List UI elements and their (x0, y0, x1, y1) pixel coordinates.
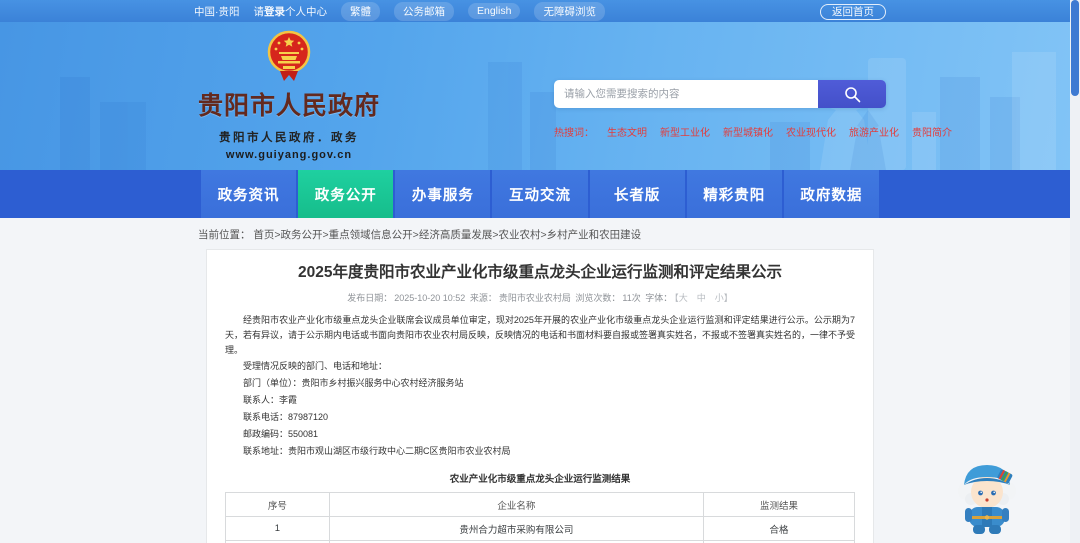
postal-code: 邮政编码：550081 (243, 429, 319, 439)
font-size-label: 字体： (645, 293, 673, 303)
views-value: 11次 (622, 293, 641, 303)
cell-index: 1 (225, 516, 330, 541)
table-row: 1 贵州合力超市采购有限公司 合格 (225, 516, 855, 541)
article-paragraph: 经贵阳市农业产业化市级重点龙头企业联席会议成员单位审定，现对2025年开展的农业… (225, 315, 856, 355)
header-banner: 贵阳市人民政府 贵阳市人民政府．政务 www.guiyang.gov.cn 热搜… (0, 22, 1080, 170)
contact-phone: 联系电话：87987120 (243, 412, 329, 422)
table-header-row: 序号 企业名称 监测结果 (225, 492, 855, 517)
nav-item-news[interactable]: 政务资讯 (201, 170, 297, 218)
back-home-button[interactable]: 返回首页 (820, 4, 886, 20)
table-caption: 农业产业化市级重点龙头企业运行监测结果 (449, 474, 631, 485)
article-body: 经贵阳市农业产业化市级重点龙头企业联席会议成员单位审定，现对2025年开展的农业… (225, 313, 855, 460)
article-paragraph: 受理情况反映的部门、电话和地址： (243, 361, 388, 371)
site-link[interactable]: 中国·贵阳 (194, 4, 240, 19)
hot-search-item[interactable]: 农业现代化 (786, 124, 836, 139)
breadcrumb-path[interactable]: 首页>政务公开>重点领域信息公开>经济高质量发展>农业农村>乡村产业和农田建设 (253, 229, 641, 241)
col-header-company: 企业名称 (328, 492, 705, 517)
hot-search-item[interactable]: 旅游产业化 (849, 124, 899, 139)
font-size-switcher[interactable]: 【大 中 小】 (674, 293, 733, 303)
nav-item-disclosure[interactable]: 政务公开 (298, 170, 394, 218)
breadcrumb-label: 当前位置： (198, 229, 251, 241)
hot-search-item[interactable]: 生态文明 (607, 124, 647, 139)
traditional-chinese-link[interactable]: 繁體 (341, 1, 380, 21)
source-value: 贵阳市农业农村局 (498, 293, 571, 303)
login-suffix: 个人中心 (285, 5, 327, 18)
source-label: 来源： (469, 293, 497, 303)
hot-search-item[interactable]: 新型城镇化 (723, 124, 773, 139)
nav-item-senior-version[interactable]: 长者版 (589, 170, 685, 218)
login-prefix: 请 (253, 5, 265, 18)
cell-company: 贵州合力超市采购有限公司 (328, 516, 705, 541)
views-label: 浏览次数： (575, 293, 621, 303)
monitoring-result-table: 序号 企业名称 监测结果 1 贵州合力超市采购有限公司 合格 2 贵州友禾种业有… (225, 492, 855, 543)
cell-result: 合格 (703, 516, 855, 541)
main-navigation: 政务资讯 政务公开 办事服务 互动交流 长者版 精彩贵阳 政府数据 (0, 170, 1080, 218)
article-title: 2025年度贵阳市农业产业化市级重点龙头企业运行监测和评定结果公示 (298, 264, 782, 281)
scrollbar-thumb[interactable] (1071, 0, 1079, 96)
col-header-index: 序号 (225, 492, 330, 517)
site-subtitle: 贵阳市人民政府．政务 (219, 132, 359, 144)
english-link[interactable]: English (468, 3, 521, 19)
assistant-mascot[interactable] (956, 455, 1018, 535)
accessibility-link[interactable]: 无障碍浏览 (534, 1, 605, 21)
publish-date-label: 发布日期： (347, 293, 393, 303)
nav-item-services[interactable]: 办事服务 (395, 170, 491, 218)
breadcrumb: 当前位置： 首页>政务公开>重点领域信息公开>经济高质量发展>农业农村>乡村产业… (198, 218, 882, 249)
site-logo[interactable]: 贵阳市人民政府 贵阳市人民政府．政务 www.guiyang.gov.cn (194, 22, 384, 161)
hot-search-item[interactable]: 贵阳简介 (912, 124, 952, 139)
official-mail-link[interactable]: 公务邮箱 (394, 1, 454, 21)
site-title: 贵阳市人民政府 (197, 92, 380, 120)
nav-item-highlights[interactable]: 精彩贵阳 (686, 170, 782, 218)
login-link[interactable]: 请登录个人中心 (254, 4, 328, 19)
article-card: 2025年度贵阳市农业产业化市级重点龙头企业运行监测和评定结果公示 发布日期： 2… (206, 249, 874, 543)
hot-search-item[interactable]: 新型工业化 (660, 124, 710, 139)
search-icon (844, 86, 860, 102)
scrollbar[interactable] (1070, 0, 1080, 543)
contact-department: 部门（单位）：贵阳市乡村振兴服务中心农村经济服务站 (243, 378, 464, 388)
col-header-result: 监测结果 (703, 492, 855, 517)
contact-person: 联系人：李霞 (243, 395, 298, 405)
site-url: www.guiyang.gov.cn (225, 149, 353, 161)
nav-item-gov-data[interactable]: 政府数据 (783, 170, 879, 218)
hot-search-label: 热搜词： (554, 128, 594, 139)
login-bold: 登录 (264, 5, 285, 18)
search-bar (554, 80, 886, 108)
nav-item-interaction[interactable]: 互动交流 (492, 170, 588, 218)
search-input[interactable] (554, 80, 818, 108)
national-emblem-icon (267, 30, 311, 81)
contact-address: 联系地址：贵阳市观山湖区市级行政中心二期C区贵阳市农业农村局 (243, 446, 511, 456)
mascot-icon (958, 465, 1016, 534)
hot-search-row: 热搜词： 生态文明 新型工业化 新型城镇化 农业现代化 旅游产业化 贵阳简介 (554, 124, 952, 139)
publish-date: 2025-10-20 10:52 (394, 293, 466, 303)
article-meta: 发布日期： 2025-10-20 10:52 来源： 贵阳市农业农村局 浏览次数： 1… (225, 291, 855, 304)
top-utility-bar: 中国·贵阳 请登录个人中心 繁體 公务邮箱 English 无障碍浏览 返回首页 (0, 0, 1080, 22)
search-button[interactable] (818, 80, 886, 108)
